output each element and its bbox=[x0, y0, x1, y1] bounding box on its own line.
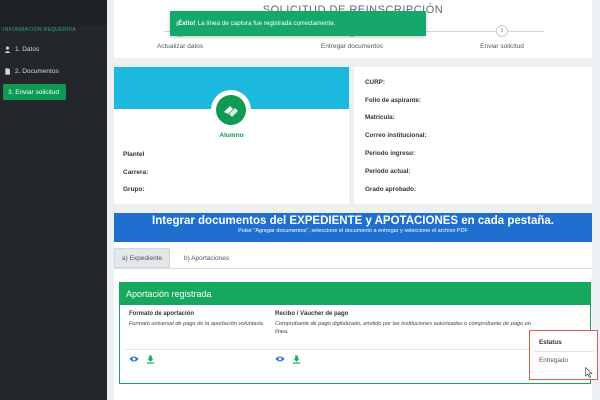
aportacion-panel: Aportación registrada Formato de aportac… bbox=[119, 282, 591, 384]
download-icon[interactable] bbox=[145, 354, 155, 364]
sidebar-item-label: 3. Enviar solicitud bbox=[8, 88, 59, 96]
field-folio: Folio de aspirante: bbox=[365, 97, 421, 104]
step-label-enviar[interactable]: Enviar solicitud bbox=[457, 43, 547, 50]
field-periodo-ingreso: Periodo ingreso: bbox=[365, 150, 416, 157]
documents-banner: Integrar documentos del EXPEDIENTE y APO… bbox=[114, 213, 592, 242]
sidebar-item-label: 2. Documentos bbox=[15, 67, 59, 75]
user-icon bbox=[4, 46, 11, 53]
avatar bbox=[211, 90, 251, 130]
view-icon[interactable] bbox=[129, 354, 139, 364]
row-divider bbox=[125, 349, 535, 350]
sidebar-item-enviar-solicitud[interactable]: 3. Enviar solicitud bbox=[3, 84, 66, 100]
col-title-recibo: Recibo / Váucher de pago bbox=[275, 311, 349, 317]
status-badge: Entregado bbox=[539, 357, 569, 364]
toast-strong: ¡Éxito! bbox=[176, 20, 196, 27]
aportacion-header: Aportación registrada bbox=[120, 283, 590, 305]
toast-message: La línea de captura fue registrada corre… bbox=[197, 20, 336, 27]
profile-card: Alumno Plantel Carrera: Grupo: bbox=[114, 67, 349, 204]
sidebar: INFORMACIÓN REQUERIDA 1. Datos 2. Docume… bbox=[0, 0, 107, 400]
document-icon bbox=[4, 67, 11, 75]
field-curp: CURP: bbox=[365, 79, 385, 86]
status-divider bbox=[534, 351, 594, 352]
step-label-actualizar[interactable]: Actualizar datos bbox=[135, 43, 225, 50]
sidebar-item-label: 1. Datos bbox=[15, 45, 40, 53]
field-matricula: Matrícula: bbox=[365, 114, 395, 121]
profile-name: Alumno bbox=[219, 132, 244, 139]
field-grado: Grado aprobado: bbox=[365, 186, 417, 193]
status-header: Estatus bbox=[539, 339, 562, 346]
field-carrera: Carrera: bbox=[123, 169, 149, 176]
documents-banner-subtitle: Pulse "Agregar documentos", seleccione e… bbox=[238, 228, 468, 234]
details-card: CURP: Folio de aspirante: Matrícula: Cor… bbox=[354, 67, 592, 204]
sidebar-header: INFORMACIÓN REQUERIDA bbox=[3, 27, 76, 33]
documents-banner-title: Integrar documentos del EXPEDIENTE y APO… bbox=[152, 215, 554, 227]
download-icon[interactable] bbox=[291, 354, 301, 364]
tab-expediente[interactable]: a) Expediente bbox=[114, 248, 171, 268]
col-desc-recibo: Comprobante de pago digitalizado, emitid… bbox=[275, 321, 531, 335]
mouse-cursor-icon bbox=[585, 365, 593, 378]
field-grupo: Grupo: bbox=[123, 186, 145, 193]
success-toast[interactable]: ¡Éxito! La línea de captura fue registra… bbox=[170, 11, 426, 36]
sidebar-item-documentos[interactable]: 2. Documentos bbox=[0, 62, 107, 80]
sidebar-top bbox=[0, 0, 107, 26]
col-title-formato: Formato de aportación bbox=[129, 311, 195, 317]
step-label-entregar[interactable]: Entregar documentos bbox=[307, 43, 397, 50]
field-periodo-actual: Periodo actual: bbox=[365, 168, 411, 175]
tab-aportaciones[interactable]: b) Aportaciones bbox=[177, 248, 236, 268]
sidebar-item-datos[interactable]: 1. Datos bbox=[0, 40, 107, 58]
field-plantel: Plantel bbox=[123, 151, 145, 158]
step-circle-3: 3 bbox=[496, 25, 508, 37]
field-correo: Correo institucional: bbox=[365, 132, 427, 139]
col-desc-formato: Formato universal de pago de la aportaci… bbox=[129, 321, 265, 327]
institution-logo-icon bbox=[216, 95, 246, 125]
view-icon[interactable] bbox=[275, 354, 285, 364]
tabs-divider bbox=[114, 268, 592, 269]
